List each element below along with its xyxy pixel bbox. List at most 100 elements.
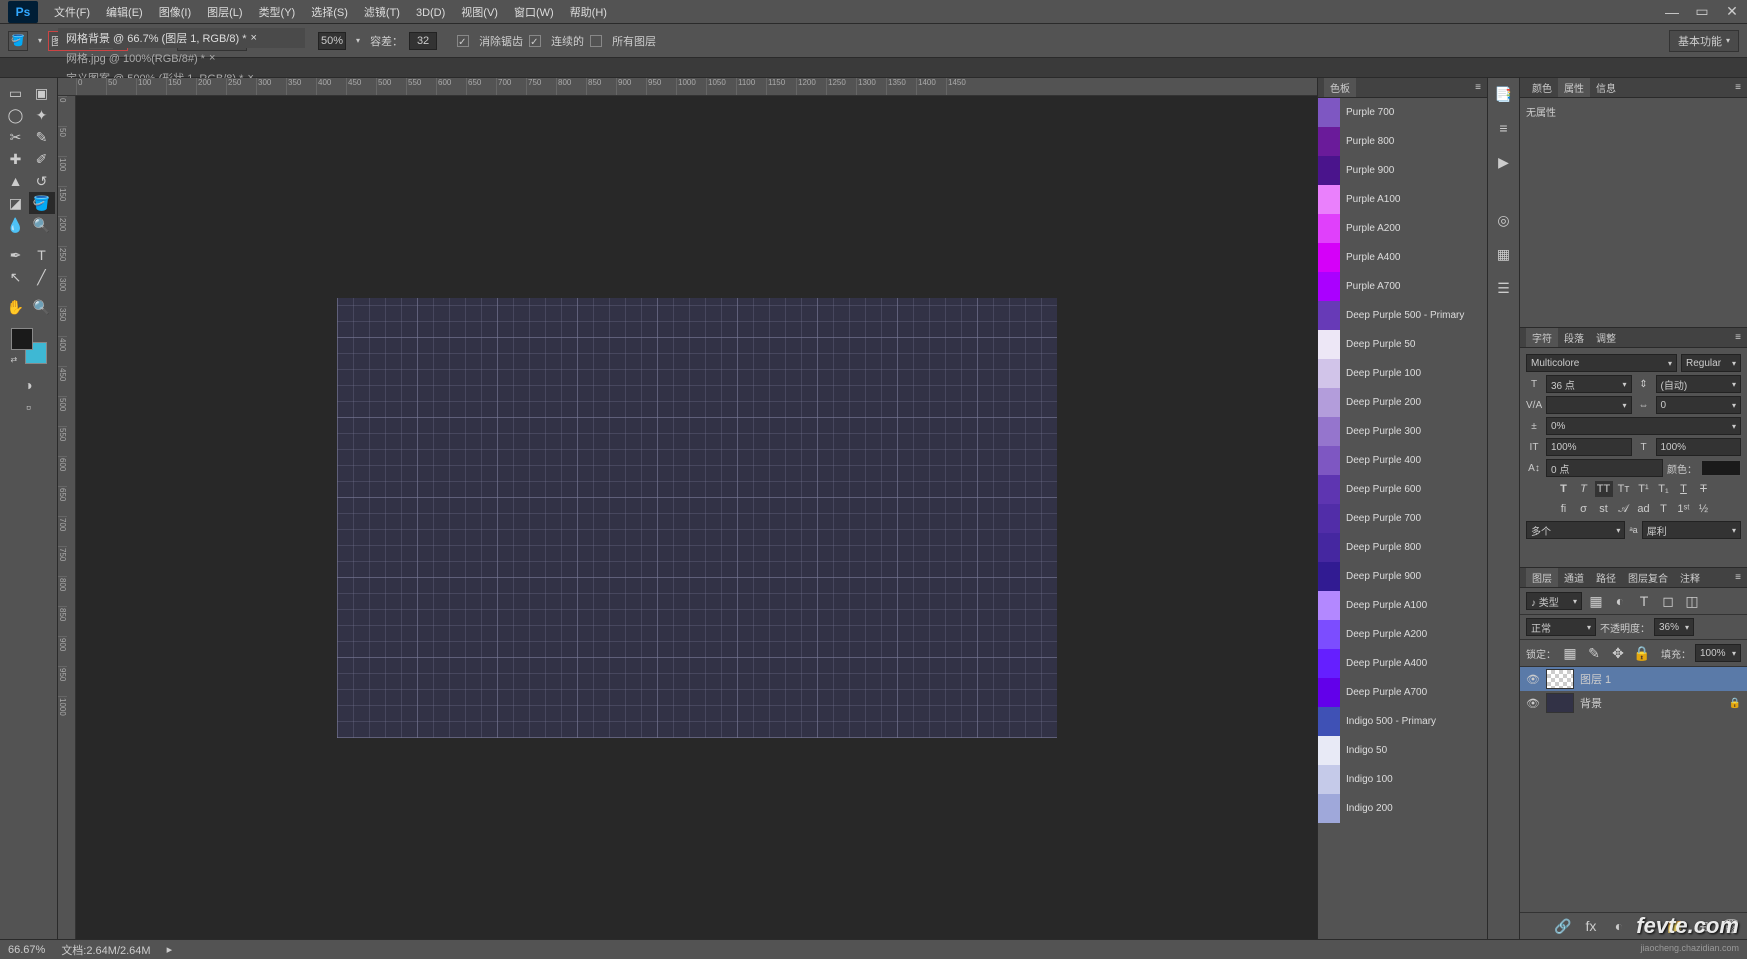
layer-row[interactable]: 👁图层 1 bbox=[1520, 667, 1747, 691]
menu-item[interactable]: 图层(L) bbox=[199, 3, 250, 23]
text-color-swatch[interactable] bbox=[1701, 460, 1741, 476]
swatch-row[interactable]: Deep Purple 700 bbox=[1318, 504, 1487, 533]
strikethrough-button[interactable]: T bbox=[1695, 481, 1713, 497]
document-tab[interactable]: 网格.jpg @ 100%(RGB/8#) *× bbox=[58, 48, 305, 68]
tab-layers[interactable]: 图层 bbox=[1526, 568, 1558, 587]
hscale-input[interactable]: 100% bbox=[1656, 438, 1742, 456]
filter-pixel-icon[interactable]: ▦ bbox=[1586, 591, 1606, 611]
workspace-switcher[interactable]: 基本功能 ▾ bbox=[1669, 30, 1739, 52]
swatch-row[interactable]: Indigo 500 - Primary bbox=[1318, 707, 1487, 736]
chevron-right-icon[interactable]: ▸ bbox=[167, 943, 173, 956]
swatch-row[interactable]: Deep Purple 300 bbox=[1318, 417, 1487, 446]
actions-icon[interactable]: ≡ bbox=[1494, 118, 1514, 138]
layer-opacity-input[interactable]: 36%▾ bbox=[1654, 618, 1694, 636]
libraries-icon[interactable]: ☰ bbox=[1494, 278, 1514, 298]
font-style-dropdown[interactable]: Regular▾ bbox=[1681, 354, 1741, 372]
chevron-down-icon[interactable]: ▾ bbox=[356, 36, 360, 45]
swatch-row[interactable]: Deep Purple 800 bbox=[1318, 533, 1487, 562]
shape-tool-icon[interactable]: ╱ bbox=[29, 266, 55, 288]
lock-transparency-icon[interactable]: ▦ bbox=[1560, 643, 1580, 663]
type-tool-icon[interactable]: T bbox=[29, 244, 55, 266]
underline-button[interactable]: T bbox=[1675, 481, 1693, 497]
eyedropper-tool-icon[interactable]: ✎ bbox=[29, 126, 55, 148]
menu-item[interactable]: 选择(S) bbox=[303, 3, 356, 23]
quick-mask-icon[interactable]: ◑ bbox=[16, 374, 42, 396]
hand-tool-icon[interactable]: ✋ bbox=[3, 296, 29, 318]
blur-tool-icon[interactable]: 💧 bbox=[3, 214, 29, 236]
brush-tool-icon[interactable]: ✐ bbox=[29, 148, 55, 170]
layer-fill-input[interactable]: 100%▾ bbox=[1695, 644, 1741, 662]
swatch-row[interactable]: Deep Purple 900 bbox=[1318, 562, 1487, 591]
font-size-input[interactable]: 36 点▾ bbox=[1546, 375, 1632, 393]
layer-fx-icon[interactable]: fx bbox=[1581, 916, 1601, 936]
subscript-button[interactable]: T₁ bbox=[1655, 481, 1673, 497]
tab-adjustments[interactable]: 调整 bbox=[1590, 328, 1622, 347]
tab-notes[interactable]: 注释 bbox=[1674, 568, 1706, 587]
panel-menu-icon[interactable]: ≡ bbox=[1735, 572, 1741, 583]
blend-mode-dropdown[interactable]: 正常▾ bbox=[1526, 618, 1596, 636]
panel-menu-icon[interactable]: ≡ bbox=[1735, 82, 1741, 93]
swatch-row[interactable]: Deep Purple 100 bbox=[1318, 359, 1487, 388]
dodge-tool-icon[interactable]: 🔍 bbox=[29, 214, 55, 236]
swatch-row[interactable]: Purple A700 bbox=[1318, 272, 1487, 301]
filter-adjust-icon[interactable]: ◐ bbox=[1610, 591, 1630, 611]
document-tab[interactable]: 网格背景 @ 66.7% (图层 1, RGB/8) *× bbox=[58, 28, 305, 48]
swatch-row[interactable]: Purple A100 bbox=[1318, 185, 1487, 214]
tab-info[interactable]: 信息 bbox=[1590, 78, 1622, 97]
panel-menu-icon[interactable]: ≡ bbox=[1735, 332, 1741, 343]
filter-smart-icon[interactable]: ◫ bbox=[1682, 591, 1702, 611]
tolerance-input[interactable] bbox=[409, 32, 437, 50]
font-family-dropdown[interactable]: Multicolore▾ bbox=[1526, 354, 1677, 372]
history-icon[interactable]: 📑 bbox=[1494, 84, 1514, 104]
wand-tool-icon[interactable]: ✦ bbox=[29, 104, 55, 126]
superscript-button[interactable]: T¹ bbox=[1635, 481, 1653, 497]
liga-frac-button[interactable]: T bbox=[1655, 501, 1673, 517]
close-icon[interactable]: × bbox=[251, 32, 257, 44]
swatch-row[interactable]: Deep Purple A100 bbox=[1318, 591, 1487, 620]
leading-input[interactable]: (自动)▾ bbox=[1656, 375, 1742, 393]
antialiasing-dropdown[interactable]: 犀利▾ bbox=[1642, 521, 1741, 539]
zoom-tool-icon[interactable]: 🔍 bbox=[29, 296, 55, 318]
swatch-row[interactable]: Deep Purple 400 bbox=[1318, 446, 1487, 475]
swatch-row[interactable]: Deep Purple 600 bbox=[1318, 475, 1487, 504]
italic-button[interactable]: T bbox=[1575, 481, 1593, 497]
swatch-row[interactable]: Deep Purple 50 bbox=[1318, 330, 1487, 359]
swatch-row[interactable]: Indigo 100 bbox=[1318, 765, 1487, 794]
healing-tool-icon[interactable]: ✚ bbox=[3, 148, 29, 170]
swatch-row[interactable]: Deep Purple 200 bbox=[1318, 388, 1487, 417]
contiguous-checkbox[interactable] bbox=[529, 35, 541, 47]
menu-item[interactable]: 滤镜(T) bbox=[356, 3, 408, 23]
pen-tool-icon[interactable]: ✒ bbox=[3, 244, 29, 266]
smallcaps-button[interactable]: Tᴛ bbox=[1615, 481, 1633, 497]
swatch-row[interactable]: Purple 900 bbox=[1318, 156, 1487, 185]
foreground-color[interactable] bbox=[11, 328, 33, 350]
styles-icon[interactable]: ▦ bbox=[1494, 244, 1514, 264]
swatch-list[interactable]: Purple 700Purple 800Purple 900Purple A10… bbox=[1318, 98, 1487, 939]
play-icon[interactable]: ▶ bbox=[1494, 152, 1514, 172]
baseline-pct-input[interactable]: 0%▾ bbox=[1546, 417, 1741, 435]
lock-position-icon[interactable]: ✥ bbox=[1608, 643, 1628, 663]
tab-paths[interactable]: 路径 bbox=[1590, 568, 1622, 587]
move-tool-icon[interactable]: ▭ bbox=[3, 82, 29, 104]
lock-all-icon[interactable]: 🔒 bbox=[1632, 643, 1652, 663]
liga-ord-button[interactable]: σ bbox=[1575, 501, 1593, 517]
tab-character[interactable]: 字符 bbox=[1526, 328, 1558, 347]
menu-item[interactable]: 类型(Y) bbox=[251, 3, 304, 23]
liga-1st-button[interactable]: 1ˢᵗ bbox=[1675, 501, 1693, 517]
swatch-row[interactable]: Purple A400 bbox=[1318, 243, 1487, 272]
panel-menu-icon[interactable]: ≡ bbox=[1475, 82, 1481, 93]
swatch-row[interactable]: Deep Purple A200 bbox=[1318, 620, 1487, 649]
tab-paragraph[interactable]: 段落 bbox=[1558, 328, 1590, 347]
zoom-level[interactable]: 66.67% bbox=[8, 944, 45, 956]
liga-fi-button[interactable]: fi bbox=[1555, 501, 1573, 517]
close-icon[interactable]: × bbox=[209, 52, 215, 64]
liga-half-button[interactable]: ½ bbox=[1695, 501, 1713, 517]
liga-titling-button[interactable]: ad bbox=[1635, 501, 1653, 517]
swatch-row[interactable]: Indigo 50 bbox=[1318, 736, 1487, 765]
layer-row[interactable]: 👁背景🔒 bbox=[1520, 691, 1747, 715]
opacity-input[interactable] bbox=[318, 32, 346, 50]
history-brush-icon[interactable]: ↺ bbox=[29, 170, 55, 192]
bucket-tool-icon[interactable]: 🪣 bbox=[29, 192, 55, 214]
color-swatches[interactable]: ⇄ bbox=[11, 328, 47, 364]
swatch-row[interactable]: Purple A200 bbox=[1318, 214, 1487, 243]
